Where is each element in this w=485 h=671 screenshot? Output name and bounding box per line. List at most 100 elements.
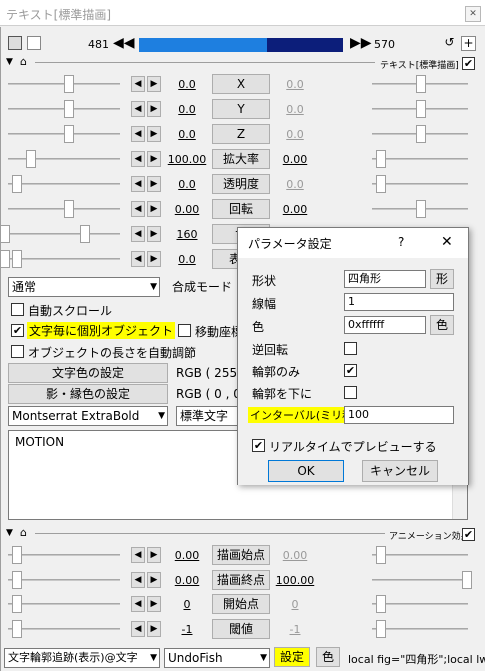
effect-select[interactable]: 文字輪郭追跡(表示)@文字 ▼ <box>4 648 160 668</box>
left-value[interactable]: 160 <box>166 228 208 241</box>
font-select[interactable]: Montserrat ExtraBold ▼ <box>8 406 168 426</box>
right-value[interactable]: 0.0 <box>274 128 316 141</box>
param-button[interactable]: 閾値 <box>212 618 270 639</box>
right-slider-thumb[interactable] <box>376 595 386 613</box>
left-slider-thumb[interactable] <box>12 175 22 193</box>
decrement-icon[interactable]: ◀ <box>131 176 145 192</box>
font-style-select[interactable]: 標準文字 <box>176 406 246 426</box>
left-value[interactable]: 0.0 <box>166 253 208 266</box>
increment-icon[interactable]: ▶ <box>147 571 161 588</box>
shape-button[interactable]: 形 <box>430 269 454 289</box>
right-slider-thumb[interactable] <box>376 546 386 564</box>
blend-mode-select[interactable]: 通常 ▼ <box>8 277 160 297</box>
increment-icon[interactable]: ▶ <box>147 76 161 92</box>
auto-length-checkbox[interactable] <box>11 345 24 358</box>
increment-icon[interactable]: ▶ <box>147 596 161 612</box>
seek-bar-filled[interactable] <box>139 38 267 52</box>
decrement-icon[interactable]: ◀ <box>131 151 145 167</box>
left-slider-track[interactable] <box>8 233 120 235</box>
add-icon[interactable]: + <box>461 36 476 51</box>
left-slider-thumb[interactable] <box>26 150 36 168</box>
left-slider-track[interactable] <box>8 554 120 556</box>
left-value[interactable]: 0.00 <box>166 574 208 587</box>
individual-object-checkbox[interactable]: ✔ <box>11 324 24 337</box>
left-value[interactable]: 0.0 <box>166 78 208 91</box>
increment-icon[interactable]: ▶ <box>147 176 161 192</box>
left-slider-track[interactable] <box>8 627 120 630</box>
right-value[interactable]: 0.0 <box>274 178 316 191</box>
settings-button[interactable]: 設定 <box>274 647 310 667</box>
param-button[interactable]: Y <box>212 99 270 119</box>
outline-only-checkbox[interactable]: ✔ <box>344 364 357 377</box>
left-slider-track[interactable] <box>8 578 120 581</box>
right-slider-thumb[interactable] <box>416 100 426 118</box>
right-value[interactable]: 100.00 <box>274 574 316 587</box>
left-slider-thumb[interactable] <box>12 250 22 268</box>
close-icon[interactable]: ✕ <box>465 6 481 22</box>
line-width-field[interactable]: 1 <box>344 293 454 311</box>
collapse-icon[interactable]: ▼ <box>6 57 13 67</box>
left-slider-thumb[interactable] <box>12 595 22 613</box>
dialog-close-icon[interactable]: ✕ <box>441 234 453 250</box>
color-picker-button[interactable]: 色 <box>430 315 454 335</box>
param-button[interactable]: 開始点 <box>212 594 270 614</box>
right-slider-track[interactable] <box>372 554 468 556</box>
left-slider-thumb[interactable] <box>64 200 74 218</box>
increment-icon[interactable]: ▶ <box>147 151 161 167</box>
param-button[interactable]: X <box>212 74 270 94</box>
interval-field[interactable]: 100 <box>344 406 454 424</box>
right-slider-thumb[interactable] <box>416 75 426 93</box>
increment-icon[interactable]: ▶ <box>147 251 161 267</box>
left-value[interactable]: 100.00 <box>166 153 208 166</box>
right-slider-thumb[interactable] <box>416 125 426 143</box>
right-value[interactable]: 0.00 <box>274 203 316 216</box>
right-value[interactable]: -1 <box>274 623 316 636</box>
right-value[interactable]: 0.00 <box>274 549 316 562</box>
param-button[interactable]: Z <box>212 124 270 144</box>
color-button[interactable]: 色 <box>316 647 340 667</box>
increment-icon[interactable]: ▶ <box>147 226 161 242</box>
autoscroll-checkbox[interactable] <box>11 303 24 316</box>
decrement-icon[interactable]: ◀ <box>131 620 145 637</box>
param-button[interactable]: 描画終点 <box>212 569 270 590</box>
anim-enable-checkbox[interactable]: ✔ <box>462 528 475 541</box>
left-value[interactable]: 0 <box>166 598 208 611</box>
left-slider-thumb[interactable] <box>80 225 90 243</box>
help-icon[interactable]: ? <box>398 235 404 249</box>
seek-bar-remaining[interactable] <box>267 38 343 52</box>
text-color-button[interactable]: 文字色の設定 <box>8 363 168 383</box>
preview-checkbox[interactable]: ✔ <box>252 439 265 452</box>
increment-icon[interactable]: ▶ <box>147 201 161 217</box>
left-slider-track[interactable] <box>8 258 120 260</box>
right-slider-track[interactable] <box>372 183 468 185</box>
decrement-icon[interactable]: ◀ <box>131 126 145 142</box>
left-slider-thumb[interactable] <box>64 100 74 118</box>
frame-icon[interactable] <box>27 36 41 50</box>
left-slider-thumb[interactable] <box>12 546 22 564</box>
fast-forward-icon[interactable]: ▶▶ <box>350 35 372 51</box>
right-slider-thumb[interactable] <box>0 250 10 268</box>
shadow-color-button[interactable]: 影・縁色の設定 <box>8 384 168 404</box>
section-enable-checkbox[interactable]: ✔ <box>462 57 475 70</box>
move-coord-checkbox[interactable] <box>178 324 191 337</box>
left-slider-thumb[interactable] <box>64 125 74 143</box>
right-slider-track[interactable] <box>372 603 468 605</box>
right-slider-thumb[interactable] <box>376 150 386 168</box>
right-slider-track[interactable] <box>372 578 468 581</box>
ok-button[interactable]: OK <box>268 460 344 482</box>
param-button[interactable]: 拡大率 <box>212 149 270 169</box>
decrement-icon[interactable]: ◀ <box>131 251 145 267</box>
right-value[interactable]: 0 <box>274 598 316 611</box>
cancel-button[interactable]: キャンセル <box>362 460 438 482</box>
right-value[interactable]: 0.0 <box>274 78 316 91</box>
script-select[interactable]: UndoFish ▼ <box>164 648 270 668</box>
left-value[interactable]: 0.0 <box>166 178 208 191</box>
left-value[interactable]: 0.0 <box>166 103 208 116</box>
increment-icon[interactable]: ▶ <box>147 620 161 637</box>
right-slider-thumb[interactable] <box>462 570 472 589</box>
param-button[interactable]: 透明度 <box>212 174 270 194</box>
left-value[interactable]: 0.00 <box>166 549 208 562</box>
camera-icon[interactable] <box>8 36 22 50</box>
right-slider-thumb[interactable] <box>376 619 386 638</box>
increment-icon[interactable]: ▶ <box>147 126 161 142</box>
